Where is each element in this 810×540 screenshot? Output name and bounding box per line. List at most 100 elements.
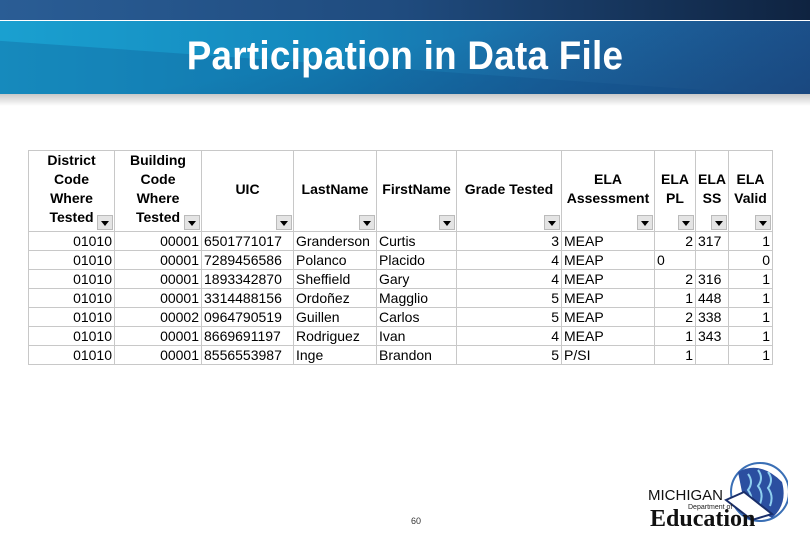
logo-education-text: Education (650, 506, 755, 532)
cell-building-code[interactable]: 00001 (114, 269, 202, 289)
cell-ela-valid[interactable]: 1 (728, 231, 773, 251)
filter-dropdown-icon[interactable] (359, 215, 375, 230)
cell-building-code[interactable]: 00001 (114, 231, 202, 251)
cell-ela-valid[interactable]: 1 (728, 326, 773, 346)
cell-ela-ss[interactable]: 343 (695, 326, 729, 346)
cell-first-name[interactable]: Curtis (376, 231, 457, 251)
cell-building-code[interactable]: 00001 (114, 288, 202, 308)
cell-ela-assessment[interactable]: MEAP (561, 326, 655, 346)
cell-first-name[interactable]: Magglio (376, 288, 457, 308)
cell-uic[interactable]: 3314488156 (201, 288, 294, 308)
cell-ela-ss[interactable]: 316 (695, 269, 729, 289)
header-row: District Code Where Tested Building Code Wher… (28, 150, 773, 232)
cell-first-name[interactable]: Ivan (376, 326, 457, 346)
cell-uic[interactable]: 7289456586 (201, 250, 294, 270)
cell-last-name[interactable]: Polanco (293, 250, 377, 270)
filter-dropdown-icon[interactable] (276, 215, 292, 230)
filter-dropdown-icon[interactable] (184, 215, 200, 230)
cell-uic[interactable]: 0964790519 (201, 307, 294, 327)
cell-grade-tested[interactable]: 5 (456, 307, 562, 327)
cell-district-code[interactable]: 01010 (28, 326, 115, 346)
cell-district-code[interactable]: 01010 (28, 345, 115, 365)
header-label-line: ELA (736, 171, 765, 187)
table-row: 01010 00002 0964790519 Guillen Carlos 5 MEAP 2 3… (28, 307, 773, 327)
cell-grade-tested[interactable]: 5 (456, 288, 562, 308)
cell-grade-tested[interactable]: 3 (456, 231, 562, 251)
cell-last-name[interactable]: Rodriguez (293, 326, 377, 346)
header-label-line: Code (54, 171, 89, 187)
cell-grade-tested[interactable]: 4 (456, 326, 562, 346)
filter-dropdown-icon[interactable] (711, 215, 727, 230)
cell-uic[interactable]: 8669691197 (201, 326, 294, 346)
cell-first-name[interactable]: Placido (376, 250, 457, 270)
filter-dropdown-icon[interactable] (439, 215, 455, 230)
cell-uic[interactable]: 8556553987 (201, 345, 294, 365)
cell-ela-pl[interactable]: 1 (654, 326, 696, 346)
cell-last-name[interactable]: Guillen (293, 307, 377, 327)
filter-dropdown-icon[interactable] (678, 215, 694, 230)
cell-ela-ss[interactable] (695, 345, 729, 365)
cell-ela-assessment[interactable]: MEAP (561, 231, 655, 251)
cell-ela-valid[interactable]: 0 (728, 250, 773, 270)
cell-grade-tested[interactable]: 4 (456, 269, 562, 289)
cell-ela-pl[interactable]: 2 (654, 231, 696, 251)
filter-dropdown-icon[interactable] (755, 215, 771, 230)
cell-ela-valid[interactable]: 1 (728, 307, 773, 327)
cell-grade-tested[interactable]: 4 (456, 250, 562, 270)
cell-building-code[interactable]: 00002 (114, 307, 202, 327)
header-label: UIC (204, 180, 291, 203)
filter-dropdown-icon[interactable] (637, 215, 653, 230)
cell-ela-assessment[interactable]: MEAP (561, 269, 655, 289)
cell-ela-pl[interactable]: 1 (654, 288, 696, 308)
cell-last-name[interactable]: Ordoñez (293, 288, 377, 308)
header-label: Grade Tested (459, 180, 559, 203)
cell-uic[interactable]: 1893342870 (201, 269, 294, 289)
cell-ela-pl[interactable]: 2 (654, 307, 696, 327)
cell-ela-assessment[interactable]: MEAP (561, 250, 655, 270)
cell-building-code[interactable]: 00001 (114, 345, 202, 365)
cell-last-name[interactable]: Sheffield (293, 269, 377, 289)
cell-first-name[interactable]: Brandon (376, 345, 457, 365)
header-firstname: FirstName (376, 150, 457, 232)
cell-ela-pl[interactable]: 1 (654, 345, 696, 365)
header-label-line: Grade Tested (464, 180, 554, 197)
cell-grade-tested[interactable]: 5 (456, 345, 562, 365)
cell-ela-assessment[interactable]: MEAP (561, 288, 655, 308)
cell-building-code[interactable]: 00001 (114, 326, 202, 346)
cell-ela-ss[interactable]: 317 (695, 231, 729, 251)
table-row: 01010 00001 6501771017 Granderson Curtis 3 MEA… (28, 231, 773, 251)
cell-ela-ss[interactable] (695, 250, 729, 270)
table-body: 01010 00001 6501771017 Granderson Curtis 3 MEA… (28, 231, 773, 365)
cell-ela-pl[interactable]: 0 (654, 250, 696, 270)
cell-first-name[interactable]: Carlos (376, 307, 457, 327)
cell-district-code[interactable]: 01010 (28, 250, 115, 270)
header-label-line: LastName (301, 180, 369, 197)
cell-ela-assessment[interactable]: P/SI (561, 345, 655, 365)
header-ela-pl: ELA PL (654, 150, 696, 232)
cell-last-name[interactable]: Granderson (293, 231, 377, 251)
header-label-line: District (47, 152, 96, 168)
cell-ela-pl[interactable]: 2 (654, 269, 696, 289)
cell-ela-ss[interactable]: 338 (695, 307, 729, 327)
cell-ela-ss[interactable]: 448 (695, 288, 729, 308)
cell-building-code[interactable]: 00001 (114, 250, 202, 270)
data-table: District Code Where Tested Building Code Wher… (28, 150, 773, 365)
cell-first-name[interactable]: Gary (376, 269, 457, 289)
cell-uic[interactable]: 6501771017 (201, 231, 294, 251)
cell-ela-assessment[interactable]: MEAP (561, 307, 655, 327)
cell-ela-valid[interactable]: 1 (728, 288, 773, 308)
header-building-code: Building Code Where Tested (114, 150, 202, 232)
filter-dropdown-icon[interactable] (97, 215, 113, 230)
cell-district-code[interactable]: 01010 (28, 288, 115, 308)
cell-ela-valid[interactable]: 1 (728, 345, 773, 365)
table-row: 01010 00001 7289456586 Polanco Placido 4 MEAP 0… (28, 250, 773, 270)
cell-district-code[interactable]: 01010 (28, 307, 115, 327)
cell-district-code[interactable]: 01010 (28, 231, 115, 251)
filter-dropdown-icon[interactable] (544, 215, 560, 230)
header-label: ELA SS (698, 170, 726, 212)
cell-district-code[interactable]: 01010 (28, 269, 115, 289)
cell-last-name[interactable]: Inge (293, 345, 377, 365)
cell-ela-valid[interactable]: 1 (728, 269, 773, 289)
header-label-line: Valid (734, 190, 767, 206)
table-row: 01010 00001 3314488156 Ordoñez Magglio 5 MEAP 1… (28, 288, 773, 308)
